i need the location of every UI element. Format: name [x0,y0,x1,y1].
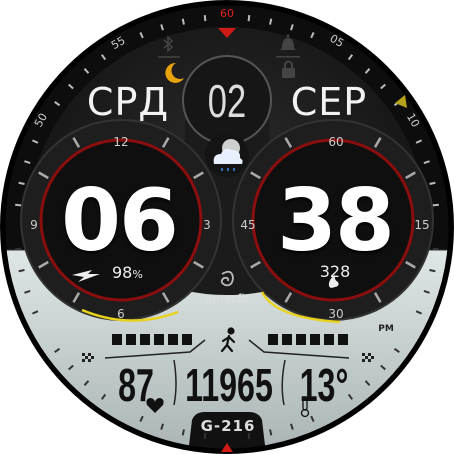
checkered-flag-icon [362,353,365,356]
right-progress-segment [324,334,334,345]
bezel-tick [429,181,436,185]
calories-value[interactable]: 328 [320,262,351,281]
steps-value[interactable]: 11965 [185,362,273,408]
left-progress-segment [140,334,150,345]
left-progress-segment [168,334,178,345]
checkered-flag-icon [91,356,94,359]
heart-rate-value[interactable]: 87 [118,362,154,408]
hour-label-3: 3 [203,218,211,232]
bezel-tick [18,181,25,185]
checkered-flag-icon [368,359,371,362]
model-label: G-216 [200,417,256,435]
bezel-tick [181,429,185,436]
minute-label-60: 60 [328,135,343,149]
day-of-month: 02 [207,75,247,127]
bezel-tick [18,269,25,273]
minute-label-15: 15 [414,218,429,232]
hours-display[interactable]: 06 [61,178,179,264]
left-progress-segment [112,334,122,345]
checkered-flag-icon [362,359,365,362]
checkered-flag-icon [88,353,91,356]
bezel-tick [181,18,185,25]
temperature-value[interactable]: 13° [300,362,349,408]
checkered-flag-icon [365,356,368,359]
bezel-tick [269,18,273,25]
bezel-tick [269,429,273,436]
hour-label-6: 6 [117,307,125,321]
checkered-flag-icon [368,353,371,356]
battery-readout[interactable]: 98% [112,263,143,282]
bezel-tick [15,203,22,207]
brand-name: amazfit [204,292,250,306]
left-progress-segment [154,334,164,345]
checkered-flag-icon [85,356,88,359]
bezel-tick [203,15,207,22]
bezel-tick [429,269,436,273]
minutes-display[interactable]: 38 [277,178,395,264]
right-progress-segment [338,334,348,345]
right-progress-segment [296,334,306,345]
checkered-flag-icon [371,356,374,359]
right-progress-segment [282,334,292,345]
bezel-tick [432,203,439,207]
checkered-flag-icon [82,359,85,362]
checkered-flag-icon [88,359,91,362]
month-label: СЕР [290,80,368,124]
left-progress-segment [126,334,136,345]
watch-face: 60 05 10 55 50 12 3 6 9 60 15 30 45 СРД … [0,0,454,454]
hour-label-9: 9 [30,218,38,232]
right-progress-segment [268,334,278,345]
battery-value: 98 [112,263,133,282]
bezel-tick [15,247,22,251]
bezel-label-60: 60 [220,7,234,20]
checkered-flag-icon [82,353,85,356]
am-pm-indicator: PM [378,324,394,334]
weekday-label: СРД [86,80,170,124]
left-progress-segment [182,334,192,345]
battery-unit: % [132,268,143,281]
bezel-tick [432,247,439,251]
right-progress-segment [310,334,320,345]
minute-label-30: 30 [328,307,343,321]
hour-label-12: 12 [113,135,128,149]
bezel-tick [247,15,251,22]
minute-label-45: 45 [240,218,255,232]
